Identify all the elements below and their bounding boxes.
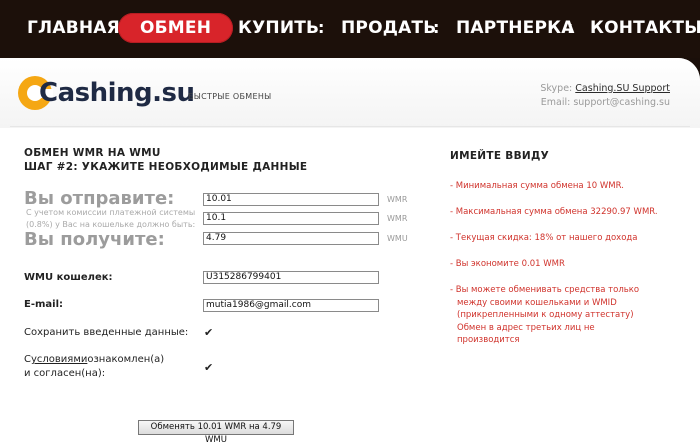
note-savings: - Вы экономите 0.01 WMR — [450, 259, 565, 269]
form-title-line2: ШАГ #2: УКАЖИТЕ НЕОБХОДИМЫЕ ДАННЫЕ — [24, 161, 308, 173]
side-title: ИМЕЙТЕ ВВИДУ — [450, 150, 550, 162]
note-max: - Максимальная сумма обмена 32290.97 WMR… — [450, 207, 658, 217]
nav-separator: : — [433, 18, 440, 37]
skype-label: Skype: — [540, 83, 573, 94]
email-value: support@cashing.su — [573, 97, 670, 108]
commission-note: С учетом комиссии платежной системы (0.8… — [26, 207, 195, 231]
skype-link[interactable]: Cashing.SU Support — [575, 83, 670, 94]
email-field[interactable]: mutia1986@gmail.com — [203, 299, 379, 312]
terms-label: Сусловиямиознакомлен(а) и согласен(на): — [24, 354, 165, 379]
header-divider — [10, 126, 690, 127]
receive-label: Вы получите: — [24, 229, 165, 250]
send-unit: WMR — [387, 195, 408, 204]
receive-unit: WMU — [387, 234, 408, 243]
nav-item-partner[interactable]: ПАРТНЕРКА — [456, 13, 575, 43]
logo-text: Cashing.su — [39, 78, 195, 108]
form-title: ОБМЕН WMR НА WMU ШАГ #2: УКАЖИТЕ НЕОБХОД… — [24, 146, 307, 174]
nav-item-exchange[interactable]: ОБМЕН — [118, 13, 234, 43]
nav-separator: : — [318, 18, 325, 37]
nav-item-sell[interactable]: ПРОДАТЬ — [341, 13, 436, 43]
send-label: Вы отправите: — [24, 188, 175, 209]
terms-link[interactable]: условиями — [31, 354, 87, 365]
save-data-checkbox[interactable]: ✔ — [204, 327, 214, 338]
form-title-line1: ОБМЕН WMR НА WMU — [24, 147, 161, 159]
commission-unit: WMR — [387, 214, 408, 223]
commission-note-line1: С учетом комиссии платежной системы — [26, 208, 196, 217]
wallet-input[interactable]: U315286799401 — [203, 271, 379, 284]
email-label: Email: — [540, 97, 571, 108]
commission-amount-input[interactable]: 10.1 — [203, 212, 379, 225]
note-min: - Минимальная сумма обмена 10 WMR. — [450, 181, 624, 191]
nav-separator: : — [567, 18, 574, 37]
receive-amount-input[interactable]: 4.79 — [203, 232, 379, 245]
email-field-label: E-mail: — [24, 299, 64, 310]
contact-info: Skype: Cashing.SU Support Email: support… — [540, 82, 670, 110]
note-discount: - Текущая скидка: 18% от нашего дохода — [450, 233, 638, 243]
send-amount-input[interactable]: 10.01 — [203, 193, 379, 206]
wallet-label: WMU кошелек: — [24, 272, 113, 283]
logo[interactable]: Cashing.su — [39, 78, 195, 108]
top-nav: ГЛАВНАЯ ОБМЕН КУПИТЬ : ПРОДАТЬ : ПАРТНЕР… — [0, 0, 700, 58]
exchange-submit-button[interactable]: Обменять 10.01 WMR на 4.79 WMU — [138, 420, 294, 445]
logo-tagline: БЫСТРЫЕ ОБМЕНЫ — [188, 92, 272, 101]
nav-item-contacts[interactable]: КОНТАКТЫ — [590, 13, 700, 43]
terms-checkbox[interactable]: ✔ — [204, 362, 214, 373]
save-data-label: Сохранить введенные данные: — [24, 327, 189, 338]
nav-item-home[interactable]: ГЛАВНАЯ — [27, 13, 120, 43]
note-own-wallets: - Вы можете обменивать средства только м… — [450, 285, 640, 345]
nav-item-buy[interactable]: КУПИТЬ — [238, 13, 319, 43]
